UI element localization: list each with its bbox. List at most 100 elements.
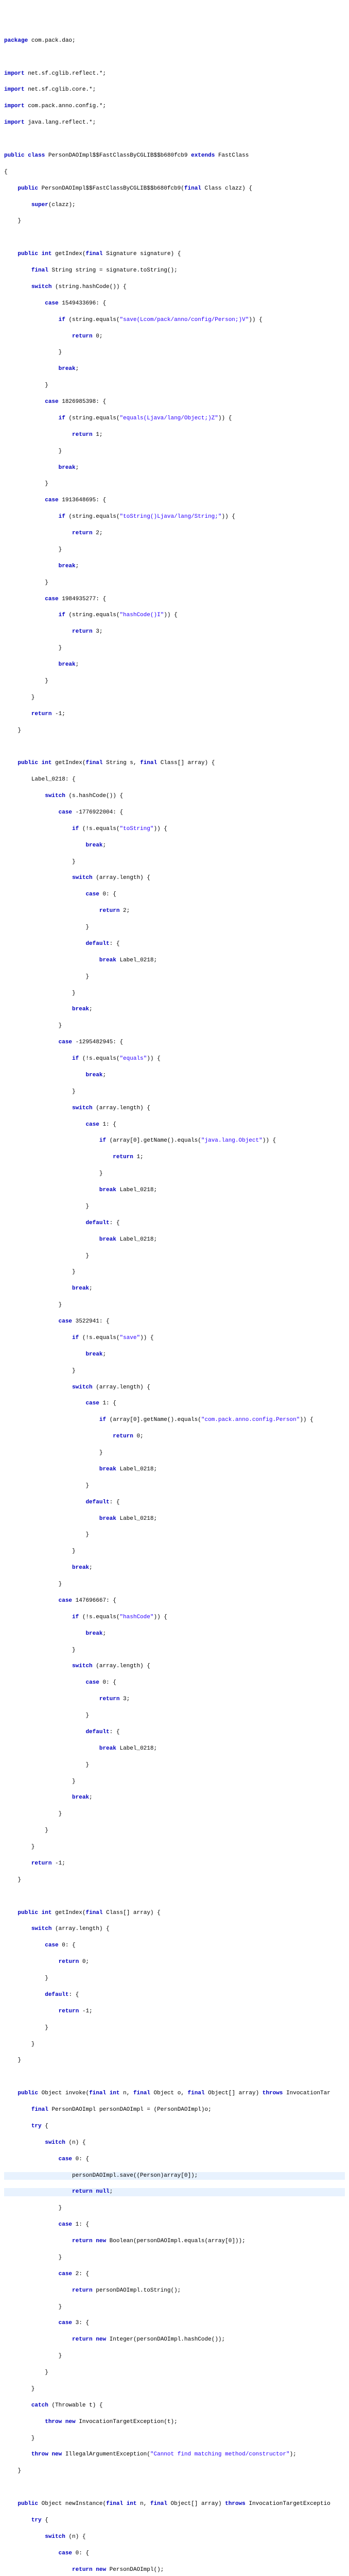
code-line: } [4, 1827, 345, 1835]
code-line: switch (array.length) { [4, 1384, 345, 1392]
blank-line [4, 1893, 345, 1901]
highlighted-line: personDAOImpl.save((Person)array[0]); [4, 2172, 345, 2180]
code-line: break; [4, 365, 345, 374]
blank-line [4, 54, 345, 62]
code-line: import net.sf.cglib.reflect.*; [4, 70, 345, 78]
code-line: if (!s.equals("toString")) { [4, 825, 345, 834]
code-line: if (array[0].getName().equals("com.pack.… [4, 1416, 345, 1425]
code-line: break Label_0218; [4, 1745, 345, 1753]
code-line: final String string = signature.toString… [4, 267, 345, 275]
code-line: break Label_0218; [4, 1236, 345, 1244]
code-line: case 1826985398: { [4, 398, 345, 406]
code-line: default: { [4, 1219, 345, 1228]
code-line: } [4, 1761, 345, 1770]
code-line: } [4, 2254, 345, 2262]
code-line: } [4, 2352, 345, 2361]
code-line: final PersonDAOImpl personDAOImpl = (Per… [4, 2106, 345, 2114]
code-line: case 0: { [4, 1679, 345, 1687]
code-line: } [4, 2369, 345, 2377]
code-line: } [4, 1810, 345, 1819]
code-line: } [4, 1301, 345, 1310]
code-line: public int getIndex(final String s, fina… [4, 759, 345, 768]
code-line: public Object newInstance(final int n, f… [4, 2500, 345, 2509]
code-line: } [4, 858, 345, 867]
code-line: } [4, 1712, 345, 1720]
code-line: if (string.equals("save(Lcom/pack/anno/c… [4, 316, 345, 325]
code-line: case 2: { [4, 2270, 345, 2279]
code-line: break; [4, 1351, 345, 1359]
code-line: break Label_0218; [4, 1187, 345, 1195]
blank-line [4, 2484, 345, 2492]
code-line: switch (n) { [4, 2139, 345, 2147]
code-line: case 3: { [4, 2319, 345, 2328]
code-line: break; [4, 1794, 345, 1802]
code-line: } [4, 924, 345, 932]
code-line: } [4, 217, 345, 226]
blank-line [4, 743, 345, 751]
code-line: case 147696667: { [4, 1597, 345, 1605]
code-line: } [4, 677, 345, 686]
code-line: } [4, 1975, 345, 1983]
code-line: } [4, 480, 345, 488]
code-line: } [4, 727, 345, 735]
code-line: return 1; [4, 431, 345, 439]
code-line: switch (array.length) { [4, 1925, 345, 1934]
code-line: if (!s.equals("save")) { [4, 1334, 345, 1343]
code-line: } [4, 1843, 345, 1852]
code-line: break; [4, 842, 345, 850]
code-line: } [4, 382, 345, 390]
code-line: } [4, 2205, 345, 2213]
code-line: Label_0218: { [4, 776, 345, 784]
code-line: catch (Throwable t) { [4, 2402, 345, 2410]
code-line: } [4, 973, 345, 981]
code-line: } [4, 2385, 345, 2394]
code-line: case 1913648695: { [4, 497, 345, 505]
code-line: } [4, 2435, 345, 2443]
code-line: } [4, 1088, 345, 1096]
code-line: return new Boolean(personDAOImpl.equals(… [4, 2238, 345, 2246]
code-line: switch (array.length) { [4, 1105, 345, 1113]
code-line: } [4, 2024, 345, 2032]
code-line: switch (n) { [4, 2533, 345, 2541]
code-line: } [4, 1876, 345, 1885]
code-line: break; [4, 1285, 345, 1293]
code-line: return new Integer(personDAOImpl.hashCod… [4, 2336, 345, 2344]
code-line: case 1: { [4, 1400, 345, 1408]
code-line: switch (string.hashCode()) { [4, 283, 345, 292]
code-line: break; [4, 464, 345, 472]
code-line: case 0: { [4, 2550, 345, 2558]
code-line: } [4, 1581, 345, 1589]
code-line: return personDAOImpl.toString(); [4, 2287, 345, 2295]
code-line: return 3; [4, 1696, 345, 1704]
code-line: break; [4, 1006, 345, 1014]
code-line: return 0; [4, 333, 345, 341]
code-line: } [4, 2041, 345, 2049]
code-line: case 1984935277: { [4, 596, 345, 604]
code-line: if (string.equals("hashCode()I")) { [4, 612, 345, 620]
code-line: default: { [4, 1991, 345, 1999]
blank-line [4, 234, 345, 242]
code-line: } [4, 1268, 345, 1277]
code-line: default: { [4, 1499, 345, 1507]
code-line: break; [4, 1072, 345, 1080]
code-line: import com.pack.anno.config.*; [4, 103, 345, 111]
code-line: case 1: { [4, 2221, 345, 2229]
code-line: break; [4, 563, 345, 571]
code-line: } [4, 2303, 345, 2312]
code-line: try { [4, 2517, 345, 2525]
code-line: case -1295482945: { [4, 1039, 345, 1047]
code-line: switch (array.length) { [4, 1663, 345, 1671]
code-line: } [4, 1778, 345, 1786]
code-line: import java.lang.reflect.*; [4, 119, 345, 127]
code-line: case 1549433696: { [4, 300, 345, 308]
code-line: if (string.equals("toString()Ljava/lang/… [4, 513, 345, 521]
code-line: package com.pack.dao; [4, 37, 345, 45]
code-line: } [4, 2467, 345, 2476]
code-line: break Label_0218; [4, 1515, 345, 1523]
code-line: } [4, 448, 345, 456]
code-line: } [4, 1449, 345, 1458]
blank-line [4, 2073, 345, 2081]
code-line: case 0: { [4, 891, 345, 899]
code-line: switch (s.hashCode()) { [4, 792, 345, 801]
code-line: } [4, 2057, 345, 2065]
